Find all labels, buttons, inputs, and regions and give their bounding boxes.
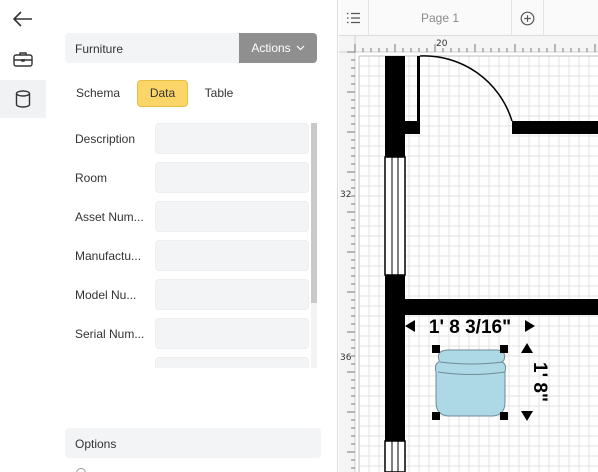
dimension-arrow-right xyxy=(525,320,535,332)
window-upper[interactable] xyxy=(384,156,406,276)
dimension-arrow-up xyxy=(521,343,533,353)
page-tab-bar: Page 1 xyxy=(339,0,598,36)
ruler-label-left: 32 xyxy=(340,190,351,200)
description-input[interactable] xyxy=(155,123,309,154)
entity-header: Furniture Actions xyxy=(65,33,317,63)
chevron-down-icon xyxy=(296,45,305,51)
tab-page-1[interactable]: Page 1 xyxy=(369,0,512,36)
options-section[interactable]: Options xyxy=(65,428,321,458)
actions-button[interactable]: Actions xyxy=(239,33,317,63)
dimension-height-label: 1' 8" xyxy=(529,362,550,402)
field-input[interactable] xyxy=(155,357,309,368)
wall-top[interactable] xyxy=(512,121,598,134)
field-row: Room xyxy=(65,162,311,193)
database-button[interactable] xyxy=(0,80,46,118)
list-icon xyxy=(347,12,360,24)
room-input[interactable] xyxy=(155,162,309,193)
options-label: Options xyxy=(75,437,117,451)
field-label: Manufactu... xyxy=(75,249,142,263)
arrow-left-icon xyxy=(13,11,32,27)
option-radio[interactable] xyxy=(76,468,86,472)
floor-plan-drawing[interactable]: 20 32 36 1' 8 3/16" 1' 8" xyxy=(339,36,598,472)
field-label: Description xyxy=(75,132,136,146)
field-row: Model Nu... xyxy=(65,279,311,310)
actions-label: Actions xyxy=(251,41,291,55)
database-icon xyxy=(15,90,31,108)
field-row: Manufactu... xyxy=(65,240,311,271)
ruler-label-left: 36 xyxy=(340,353,352,363)
dimension-arrow-left xyxy=(405,320,415,332)
field-label: Asset Num... xyxy=(75,210,144,224)
briefcase-icon xyxy=(13,52,33,67)
wall-middle[interactable] xyxy=(405,299,598,315)
window-lower[interactable] xyxy=(384,440,406,472)
field-label: Room xyxy=(75,171,108,185)
briefcase-button[interactable] xyxy=(0,40,46,78)
canvas-area: Page 1 20 32 36 1' 8 3/16" 1' 8" xyxy=(339,0,598,472)
field-row: Serial Num... xyxy=(65,318,311,349)
dimension-width-label: 1' 8 3/16" xyxy=(429,317,511,338)
data-panel: Furniture Actions Schema Data Table Desc… xyxy=(46,0,338,472)
ruler-label-top: 20 xyxy=(436,39,448,49)
back-button[interactable] xyxy=(0,0,46,38)
tab-table[interactable]: Table xyxy=(197,80,241,107)
field-list: Description Room Asset Num... Manufactu.… xyxy=(65,123,319,368)
tab-schema[interactable]: Schema xyxy=(69,80,127,107)
pages-list-button[interactable] xyxy=(339,0,369,36)
scrollbar-thumb[interactable] xyxy=(311,123,317,303)
field-label: Serial Num... xyxy=(75,327,145,341)
left-rail xyxy=(0,0,46,472)
wall-stub[interactable] xyxy=(405,121,420,134)
field-row: Description xyxy=(65,123,311,154)
chair-shape[interactable] xyxy=(434,349,507,417)
field-row xyxy=(65,357,311,368)
field-row: Asset Num... xyxy=(65,201,311,232)
asset-number-input[interactable] xyxy=(155,201,309,232)
add-page-button[interactable] xyxy=(512,0,544,36)
field-label: Model Nu... xyxy=(75,288,137,302)
tab-data[interactable]: Data xyxy=(137,80,188,107)
entity-name: Furniture xyxy=(75,42,124,56)
serial-number-input[interactable] xyxy=(155,318,309,349)
model-number-input[interactable] xyxy=(155,279,309,310)
plus-circle-icon xyxy=(520,11,535,25)
manufacturer-input[interactable] xyxy=(155,240,309,271)
